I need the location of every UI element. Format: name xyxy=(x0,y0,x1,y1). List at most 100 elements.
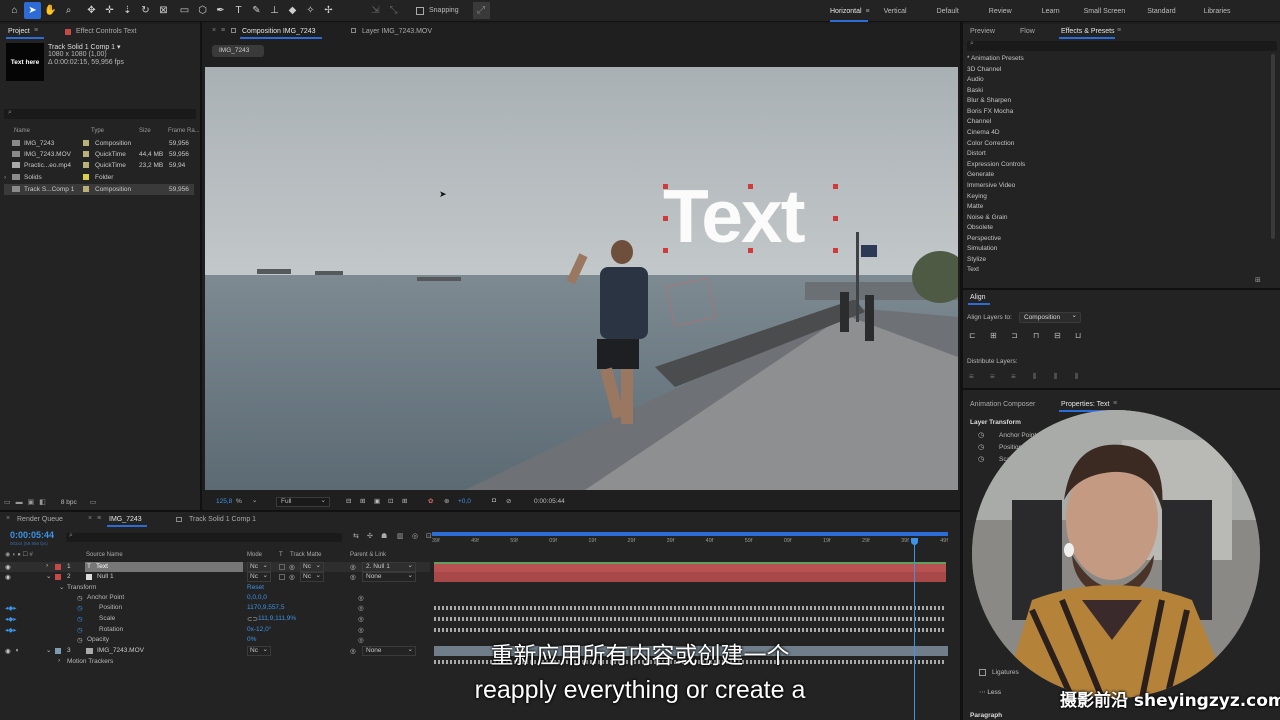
tab-layer[interactable]: Layer IMG_7243.MOV xyxy=(362,28,432,35)
eraser-tool-icon[interactable]: ◆ xyxy=(284,2,301,19)
prop-row-scale[interactable]: ◂◆▸ ◷ Scale ⊂⊃ 111,9,111,9% ◎ xyxy=(0,614,430,624)
playhead-handle-icon[interactable] xyxy=(911,538,918,545)
handle-top-right[interactable] xyxy=(833,184,838,189)
layer-name[interactable]: Null 1 xyxy=(97,573,114,580)
effects-menu-icon[interactable]: ≡ xyxy=(1117,27,1121,34)
workspace-horizontal[interactable]: Horizontal xyxy=(830,8,862,15)
effect-category[interactable]: Perspective xyxy=(967,235,1001,242)
resolution-dropdown[interactable]: Full ⌄ xyxy=(276,497,330,507)
effect-category[interactable]: Generate xyxy=(967,171,994,178)
parent-pickwhip-icon[interactable]: ◎ xyxy=(350,573,356,581)
prop-value[interactable]: 1170,9,557,5 xyxy=(247,604,284,611)
prop-row-rotation[interactable]: ◂◆▸ ◷ Rotation 0x-12,0° ◎ xyxy=(0,625,430,635)
orbit-tool-icon[interactable]: ✥ xyxy=(83,2,100,19)
new-bin-icon[interactable]: ⊞ xyxy=(1255,276,1261,284)
tab-properties[interactable]: Properties: Text xyxy=(1061,401,1110,408)
exposure-value[interactable]: +0,0 xyxy=(458,498,471,505)
guides-icon[interactable]: ⊞ xyxy=(402,497,407,505)
trash-icon[interactable]: ▭ xyxy=(90,498,97,506)
show-snapshot-icon[interactable]: ⊘ xyxy=(506,497,511,505)
project-menu-icon[interactable]: ≡ xyxy=(34,27,38,34)
layer-row-null[interactable]: ◉ ⌄ 2 Null 1 Nc ⌄ ◎ Nc ⌄ ◎ None ⌄ xyxy=(0,572,430,582)
selection-tool-icon[interactable]: ➤ xyxy=(24,2,41,19)
stopwatch-icon[interactable]: ◷ xyxy=(77,594,83,602)
prop-row-anchor-point[interactable]: ◷ Anchor Point 0,0,0,0 ◎ xyxy=(0,593,430,603)
effect-category[interactable]: Obsolete xyxy=(967,224,993,231)
effect-category[interactable]: Immersive Video xyxy=(967,182,1015,189)
prop-value[interactable]: 0,0,0,0 xyxy=(247,594,267,601)
expression-pickwhip-icon[interactable]: ◎ xyxy=(358,604,364,612)
frame-blending-icon[interactable]: ▥ xyxy=(397,532,404,540)
stopwatch-icon[interactable]: ◷ xyxy=(978,443,984,451)
prop-value[interactable]: 0x-12,0° xyxy=(247,626,271,633)
tab-preview[interactable]: Preview xyxy=(970,28,995,35)
layer-row-text[interactable]: ◉ › 1 T Text Nc ⌄ ◎ Nc ⌄ ◎ 2. Null 1 ⌄ xyxy=(0,562,430,572)
properties-menu-icon[interactable]: ≡ xyxy=(1113,400,1117,407)
distribute-bottom-icon[interactable]: ≡ xyxy=(1011,372,1016,381)
align-to-dropdown[interactable]: Composition ⌄ xyxy=(1019,312,1081,323)
tab-timeline-comp[interactable]: IMG_7243 xyxy=(109,516,142,523)
workspace-menu-icon[interactable]: ≡ xyxy=(866,8,870,15)
ligatures-checkbox[interactable] xyxy=(979,669,986,676)
project-settings-icon[interactable]: ◧ xyxy=(39,498,46,506)
distribute-vcenter-icon[interactable]: ≡ xyxy=(990,372,995,381)
text-tool-icon[interactable]: T xyxy=(230,2,247,19)
reset-link[interactable]: Reset xyxy=(247,584,264,591)
keyframe-track-position[interactable] xyxy=(434,606,944,610)
label-color[interactable] xyxy=(55,574,61,580)
tab-effects-presets[interactable]: Effects & Presets xyxy=(1061,28,1115,35)
preserve-transparency-checkbox[interactable] xyxy=(279,574,285,580)
preserve-transparency-checkbox[interactable] xyxy=(279,564,285,570)
viewer-close-icon[interactable]: × xyxy=(212,27,216,34)
effect-category[interactable]: Expression Controls xyxy=(967,161,1025,168)
workspace-standard[interactable]: Standard xyxy=(1147,8,1175,15)
distribute-left-icon[interactable]: ⦀ xyxy=(1033,372,1037,382)
mask-visibility-icon[interactable]: ▣ xyxy=(374,497,380,505)
effect-category[interactable]: Color Correction xyxy=(967,140,1014,147)
keyframe-nav-icon[interactable]: ◂◆▸ xyxy=(5,626,17,634)
zoom-dropdown-icon[interactable]: ⌄ xyxy=(252,496,257,504)
stopwatch-icon[interactable]: ◷ xyxy=(77,626,83,634)
project-item-row[interactable]: › Solids Folder xyxy=(4,172,194,183)
workspace-libraries[interactable]: Libraries xyxy=(1204,8,1231,15)
item-title[interactable]: Track Solid 1 Comp 1 ▾ xyxy=(48,43,121,51)
expand-arrow-icon[interactable]: ⌄ xyxy=(46,572,51,580)
effect-category[interactable]: Simulation xyxy=(967,245,997,252)
timeline-menu-icon[interactable]: ≡ xyxy=(97,515,101,522)
handle-top-mid[interactable] xyxy=(748,184,753,189)
align-left-icon[interactable]: ⊏ xyxy=(969,331,976,340)
eye-icon[interactable]: ◉ xyxy=(5,573,11,581)
tab-render-queue[interactable]: Render Queue xyxy=(17,516,63,523)
viewer-timecode[interactable]: 0:00:05:44 xyxy=(534,498,565,505)
transform-group[interactable]: ⌄ Transform Reset xyxy=(0,583,430,593)
align-title[interactable]: Align xyxy=(970,294,986,301)
align-bottom-icon[interactable]: ⊔ xyxy=(1075,331,1081,340)
expression-pickwhip-icon[interactable]: ◎ xyxy=(358,594,364,602)
bpc-label[interactable]: 8 bpc xyxy=(61,499,77,506)
tab-animation-composer[interactable]: Animation Composer xyxy=(970,401,1035,408)
constrain-link-icon[interactable]: ⊂⊃ xyxy=(247,615,258,623)
clone-stamp-icon[interactable]: ⊥ xyxy=(266,2,283,19)
col-track-matte[interactable]: Track Matte xyxy=(290,552,321,558)
eye-icon[interactable]: ◉ xyxy=(5,563,11,571)
matte-link-icon[interactable]: ◎ xyxy=(289,573,295,581)
matte-link-icon[interactable]: ◎ xyxy=(289,563,295,571)
fast-previews-icon[interactable]: ⊟ xyxy=(346,497,351,505)
comp-mini-flowchart-icon[interactable]: ⇆ xyxy=(353,532,359,540)
dolly-tool-icon[interactable]: ⇣ xyxy=(119,2,136,19)
workspace-learn[interactable]: Learn xyxy=(1042,8,1060,15)
track-matte-dropdown[interactable]: Nc ⌄ xyxy=(300,572,324,582)
workspace-review[interactable]: Review xyxy=(989,8,1012,15)
viewer-lock-icon[interactable] xyxy=(231,28,236,33)
handle-top-left[interactable] xyxy=(663,184,668,189)
render-queue-close-icon[interactable]: × xyxy=(6,515,10,522)
rectangle-tool-icon[interactable]: ▭ xyxy=(176,2,193,19)
effect-category[interactable]: Blur & Sharpen xyxy=(967,97,1011,104)
work-area-bar[interactable] xyxy=(432,532,948,536)
effect-controls-lock-icon[interactable] xyxy=(65,29,71,35)
expand-arrow-icon[interactable]: › xyxy=(46,562,48,569)
project-item-row-selected[interactable]: Track S...Comp 1 Composition 59,956 xyxy=(4,184,194,195)
keyframe-track-rotation[interactable] xyxy=(434,628,944,632)
label-color[interactable] xyxy=(55,564,61,570)
workspace-default[interactable]: Default xyxy=(937,8,959,15)
